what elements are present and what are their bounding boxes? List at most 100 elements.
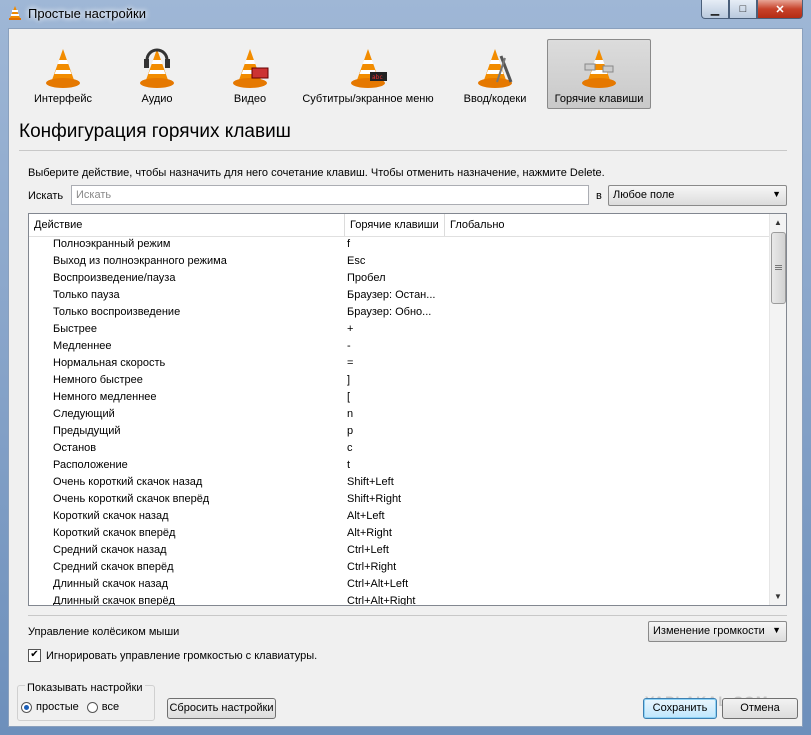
table-row[interactable]: Средний скачок вперёд Ctrl+Right <box>29 559 770 576</box>
table-row[interactable]: Быстрее + <box>29 321 770 338</box>
hotkey-cell[interactable]: [ <box>347 389 447 406</box>
scroll-down-icon[interactable]: ▼ <box>770 588 786 605</box>
hotkey-cell[interactable]: Alt+Right <box>347 525 447 542</box>
reset-button[interactable]: Сбросить настройки <box>167 698 276 719</box>
table-row[interactable]: Медленнее - <box>29 338 770 355</box>
toolbar-item-4[interactable]: Ввод/кодеки <box>443 39 547 109</box>
hotkey-cell[interactable]: Esc <box>347 253 447 270</box>
global-cell[interactable] <box>447 508 770 525</box>
global-cell[interactable] <box>447 440 770 457</box>
global-cell[interactable] <box>447 474 770 491</box>
table-row[interactable]: Только воспроизведение Браузер: Обно... <box>29 304 770 321</box>
column-header-global[interactable]: Глобально <box>445 214 770 236</box>
toolbar-item-1[interactable]: Аудио <box>107 39 207 109</box>
hotkey-cell[interactable]: Ctrl+Alt+Right <box>347 593 447 605</box>
global-cell[interactable] <box>447 253 770 270</box>
toolbar-item-3[interactable]: abc Субтитры/экранное меню <box>293 39 443 109</box>
ignore-volume-checkbox-row[interactable]: ✔ Игнорировать управление громкостью с к… <box>28 649 317 662</box>
table-row[interactable]: Средний скачок назад Ctrl+Left <box>29 542 770 559</box>
table-row[interactable]: Очень короткий скачок вперёд Shift+Right <box>29 491 770 508</box>
toolbar-item-label: Субтитры/экранное меню <box>302 93 434 105</box>
hotkey-cell[interactable]: Ctrl+Left <box>347 542 447 559</box>
table-row[interactable]: Длинный скачок назад Ctrl+Alt+Left <box>29 576 770 593</box>
global-cell[interactable] <box>447 406 770 423</box>
hotkey-cell[interactable]: f <box>347 236 447 253</box>
cone-headphones-icon <box>140 48 174 88</box>
hotkey-cell[interactable]: t <box>347 457 447 474</box>
table-row[interactable]: Полноэкранный режим f <box>29 236 770 253</box>
hotkey-cell[interactable]: = <box>347 355 447 372</box>
global-cell[interactable] <box>447 236 770 253</box>
wheel-label: Управление колёсиком мыши <box>28 626 180 638</box>
table-row[interactable]: Нормальная скорость = <box>29 355 770 372</box>
hotkey-cell[interactable]: Shift+Left <box>347 474 447 491</box>
hotkey-cell[interactable]: - <box>347 338 447 355</box>
search-input[interactable] <box>71 185 589 205</box>
global-cell[interactable] <box>447 355 770 372</box>
table-row[interactable]: Предыдущий p <box>29 423 770 440</box>
toolbar-item-5[interactable]: Горячие клавиши <box>547 39 651 109</box>
global-cell[interactable] <box>447 423 770 440</box>
global-cell[interactable] <box>447 270 770 287</box>
action-cell: Полноэкранный режим <box>53 238 171 250</box>
vertical-scrollbar[interactable]: ▲ ▼ <box>769 214 786 605</box>
hotkey-cell[interactable]: Ctrl+Right <box>347 559 447 576</box>
table-row[interactable]: Останов c <box>29 440 770 457</box>
table-row[interactable]: Немного медленнее [ <box>29 389 770 406</box>
save-button[interactable]: Сохранить <box>643 698 717 719</box>
scroll-up-icon[interactable]: ▲ <box>770 214 786 231</box>
wheel-select[interactable]: Изменение громкости ▼ <box>648 621 787 642</box>
table-row[interactable]: Немного быстрее] <box>29 372 770 389</box>
table-row[interactable]: Только пауза Браузер: Остан... <box>29 287 770 304</box>
table-row[interactable]: Очень короткий скачок назад Shift+Left <box>29 474 770 491</box>
close-button[interactable]: ✕ <box>757 0 803 19</box>
hotkey-cell[interactable]: n <box>347 406 447 423</box>
ignore-volume-checkbox[interactable]: ✔ <box>28 649 41 662</box>
global-cell[interactable] <box>447 287 770 304</box>
maximize-button[interactable]: □ <box>729 0 757 19</box>
global-cell[interactable] <box>447 338 770 355</box>
action-cell: Выход из полноэкранного режима <box>53 255 227 267</box>
global-cell[interactable] <box>447 542 770 559</box>
table-row[interactable]: Расположение t <box>29 457 770 474</box>
global-cell[interactable] <box>447 304 770 321</box>
hotkey-cell[interactable]: Shift+Right <box>347 491 447 508</box>
global-cell[interactable] <box>447 576 770 593</box>
hotkey-cell[interactable]: c <box>347 440 447 457</box>
hotkey-cell[interactable]: Браузер: Остан... <box>347 287 447 304</box>
table-row[interactable]: Длинный скачок вперёд Ctrl+Alt+Right <box>29 593 770 605</box>
hotkey-cell[interactable]: Браузер: Обно... <box>347 304 447 321</box>
hotkey-cell[interactable]: Ctrl+Alt+Left <box>347 576 447 593</box>
hotkey-cell[interactable]: Alt+Left <box>347 508 447 525</box>
scrollbar-thumb[interactable] <box>771 232 786 304</box>
toolbar-item-0[interactable]: Интерфейс <box>19 39 107 109</box>
column-header-action[interactable]: Действие <box>29 214 345 236</box>
global-cell[interactable] <box>447 525 770 542</box>
column-header-hotkeys[interactable]: Горячие клавиши <box>345 214 445 236</box>
toolbar-item-2[interactable]: Видео <box>207 39 293 109</box>
global-cell[interactable] <box>447 321 770 338</box>
cancel-button[interactable]: Отмена <box>722 698 798 719</box>
global-cell[interactable] <box>447 593 770 605</box>
hotkey-cell[interactable]: p <box>347 423 447 440</box>
table-row[interactable]: Следующий n <box>29 406 770 423</box>
cone-interface-icon <box>46 49 80 88</box>
hotkey-cell[interactable]: + <box>347 321 447 338</box>
global-cell[interactable] <box>447 491 770 508</box>
minimize-button[interactable]: ▁ <box>701 0 729 19</box>
global-cell[interactable] <box>447 389 770 406</box>
radio-simple[interactable] <box>21 701 32 713</box>
radio-all[interactable] <box>86 701 98 713</box>
search-field-select[interactable]: Любое поле ▼ <box>608 185 787 206</box>
global-cell[interactable] <box>447 372 770 389</box>
table-row[interactable]: Короткий скачок назад Alt+Left <box>29 508 770 525</box>
hotkey-cell[interactable]: Пробел <box>347 270 447 287</box>
global-cell[interactable] <box>447 559 770 576</box>
table-row[interactable]: Воспроизведение/пауза Пробел <box>29 270 770 287</box>
table-row[interactable]: Короткий скачок вперёд Alt+Right <box>29 525 770 542</box>
title-bar[interactable]: Простые настройки ▁ □ ✕ <box>0 0 811 27</box>
table-row[interactable]: Выход из полноэкранного режима Esc <box>29 253 770 270</box>
global-cell[interactable] <box>447 457 770 474</box>
table-body: Полноэкранный режим f Выход из полноэкранн… <box>29 236 770 605</box>
hotkey-cell[interactable]: ] <box>347 372 447 389</box>
